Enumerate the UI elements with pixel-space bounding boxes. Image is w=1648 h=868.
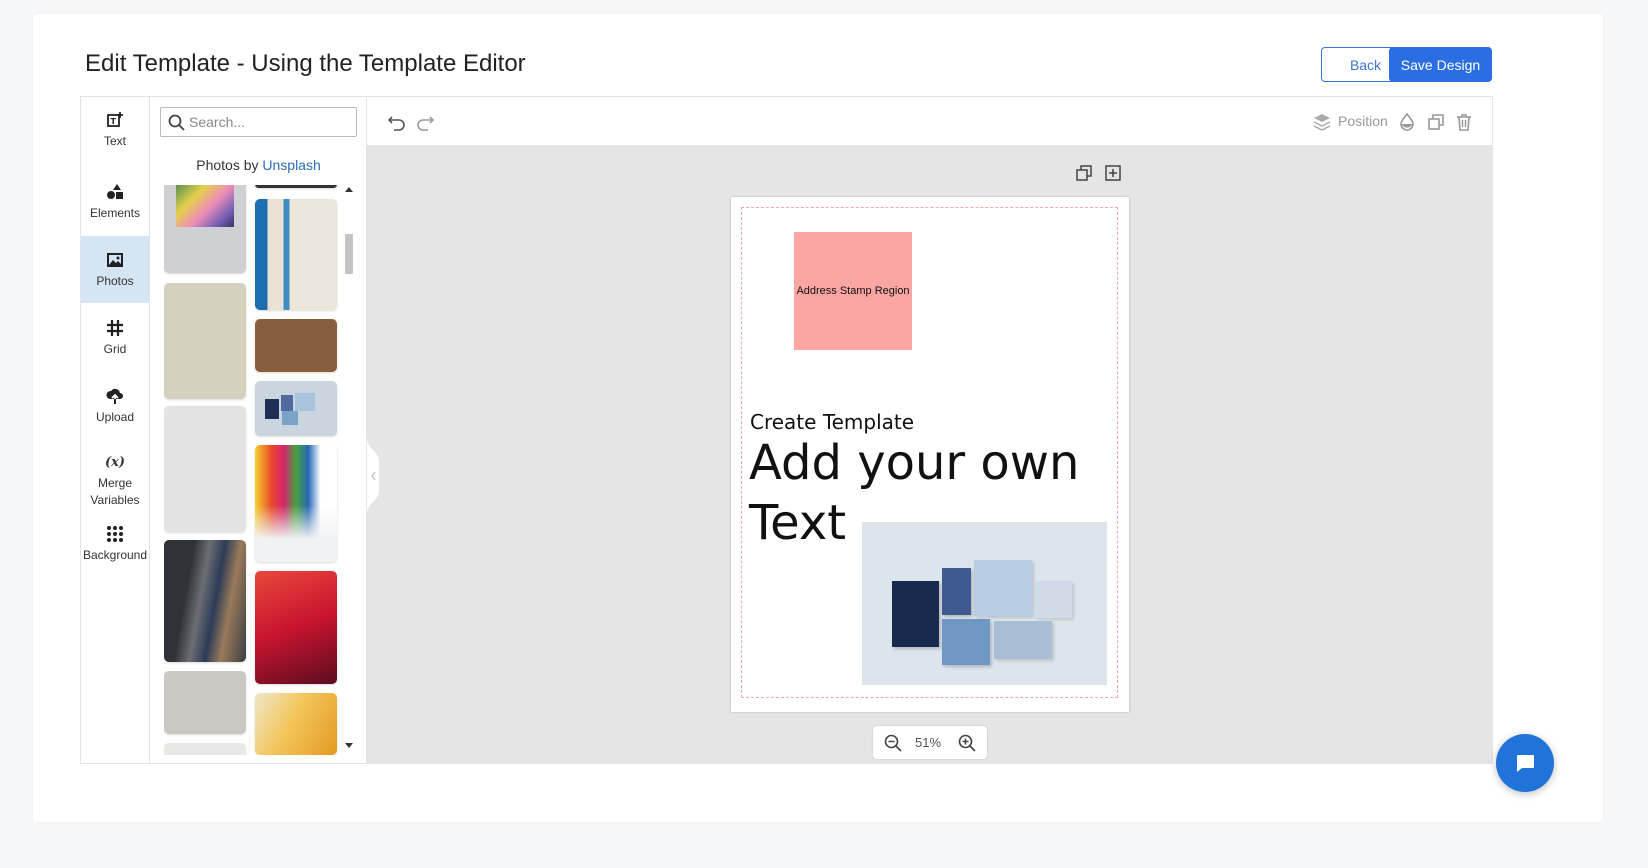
add-page-icon[interactable] [1104, 164, 1122, 182]
design-page[interactable]: Address Stamp Region Create Template Add… [731, 197, 1129, 712]
photo-thumbnail[interactable] [164, 743, 246, 755]
nav-item-text[interactable]: T Text [81, 111, 149, 163]
shapes-icon [107, 184, 123, 199]
nav-item-grid[interactable]: Grid [81, 319, 149, 371]
nav-item-label: Background [82, 548, 148, 562]
photos-scrollbar[interactable] [342, 185, 356, 755]
scroll-up-arrow[interactable] [345, 187, 353, 192]
panel-collapse-tab[interactable] [367, 438, 381, 514]
address-stamp-region[interactable]: Address Stamp Region [794, 232, 912, 350]
photo-thumbnail[interactable] [255, 571, 337, 684]
nav-item-label: Photos [96, 274, 134, 288]
zoom-in-icon[interactable] [958, 734, 976, 752]
redo-icon[interactable] [415, 112, 435, 132]
photo-thumbnail[interactable] [255, 693, 337, 755]
zoom-control: 51% [873, 726, 987, 759]
unsplash-link[interactable]: Unsplash [262, 157, 320, 173]
zoom-value: 51% [915, 735, 942, 750]
grid-icon [107, 320, 123, 336]
nav-item-merge-variables[interactable]: (x) Merge Variables [81, 455, 149, 515]
design-canvas: Address Stamp Region Create Template Add… [367, 146, 1492, 763]
photos-panel: Photos by Unsplash [150, 97, 367, 763]
photo-thumbnail[interactable] [164, 671, 246, 734]
variable-icon: (x) [104, 455, 126, 470]
image-icon [107, 253, 123, 267]
nav-item-label: Text [103, 134, 126, 148]
subtitle-text[interactable]: Create Template [750, 410, 914, 434]
chat-bubble-icon [1517, 755, 1534, 772]
photo-thumbnail[interactable] [255, 199, 337, 310]
upload-cloud-icon [106, 388, 123, 404]
scrollbar-thumb[interactable] [345, 234, 353, 274]
photo-thumbnail[interactable] [255, 185, 337, 188]
nav-item-label: Grid [103, 342, 127, 356]
zoom-out-icon[interactable] [884, 734, 902, 752]
page-title: Edit Template - Using the Template Edito… [85, 50, 526, 77]
photo-thumbnail[interactable] [255, 319, 337, 372]
photo-thumbnail[interactable] [164, 185, 246, 273]
photo-credit: Photos by Unsplash [150, 157, 367, 173]
undo-icon[interactable] [387, 112, 407, 132]
layers-icon[interactable] [1312, 112, 1332, 132]
photo-thumbnail[interactable] [255, 445, 337, 562]
dots-grid-icon [107, 526, 123, 542]
opacity-drop-icon[interactable] [1397, 112, 1417, 132]
text-add-icon: T [107, 112, 123, 127]
photo-thumbnail[interactable] [164, 283, 246, 399]
nav-item-background[interactable]: Background [81, 525, 149, 565]
nav-item-photos[interactable]: Photos [81, 236, 149, 303]
duplicate-icon[interactable] [1426, 112, 1446, 132]
photo-thumbnail[interactable] [255, 381, 337, 436]
photo-grid [164, 185, 340, 755]
nav-item-upload[interactable]: Upload [81, 387, 149, 439]
search-icon [168, 114, 185, 131]
nav-item-label: Merge Variables [90, 476, 140, 507]
tool-nav: T Text Elements Photos Grid Upload (x) M… [81, 97, 150, 763]
photo-thumbnail[interactable] [164, 540, 246, 662]
placed-photo[interactable] [862, 522, 1107, 685]
nav-item-elements[interactable]: Elements [81, 183, 149, 235]
editor-toolbar: Position [367, 97, 1492, 146]
delete-icon[interactable] [1454, 112, 1474, 132]
editor: T Text Elements Photos Grid Upload (x) M… [80, 96, 1493, 764]
svg-text:T: T [111, 117, 117, 126]
page-tools [1075, 164, 1135, 184]
photo-thumbnail[interactable] [164, 406, 246, 532]
nav-item-label: Upload [95, 410, 135, 424]
search-box[interactable] [160, 107, 359, 137]
nav-item-label: Elements [89, 206, 141, 220]
duplicate-page-icon[interactable] [1075, 164, 1093, 182]
chat-launcher[interactable] [1496, 734, 1554, 792]
credit-prefix: Photos by [196, 157, 259, 173]
position-button[interactable]: Position [1338, 113, 1388, 129]
scroll-down-arrow[interactable] [345, 743, 353, 748]
search-input[interactable] [189, 113, 359, 131]
save-design-button[interactable]: Save Design [1389, 47, 1492, 82]
